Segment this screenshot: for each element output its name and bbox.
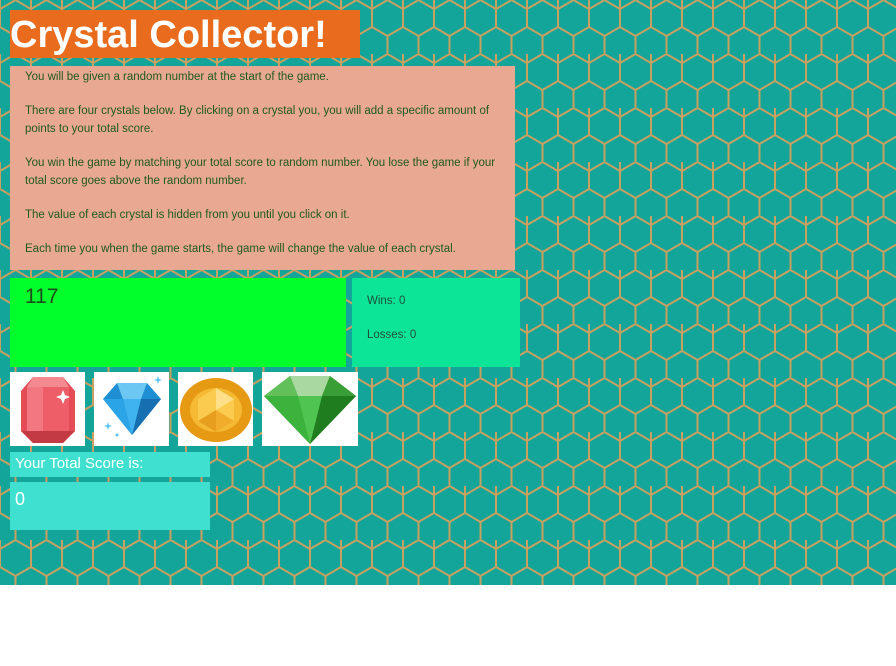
instruction-text: The value of each crystal is hidden from…: [25, 209, 350, 221]
instruction-text: There are four crystals below. By clicki…: [25, 105, 490, 135]
instructions-panel: You will be given a random number at the…: [10, 66, 515, 270]
wins-counter: Wins: 0: [367, 295, 406, 307]
losses-counter: Losses: 0: [367, 329, 417, 341]
crystal-button-blue[interactable]: [94, 372, 169, 446]
crystal-button-green[interactable]: [262, 372, 358, 446]
total-score-label: Your Total Score is:: [10, 452, 210, 477]
orange-gem-icon: [179, 378, 252, 442]
total-score-value: 0: [10, 482, 210, 530]
game-title: Crystal Collector!: [10, 10, 360, 58]
instruction-text: You will be given a random number at the…: [25, 71, 329, 83]
instruction-text: You win the game by matching your total …: [25, 157, 496, 187]
crystal-button-red[interactable]: [10, 372, 85, 446]
instruction-text: Each time you when the game starts, the …: [25, 243, 456, 255]
green-diamond-icon: [264, 376, 356, 444]
blue-diamond-icon: [102, 376, 162, 437]
red-crystal-icon: [20, 377, 75, 443]
crystal-button-orange[interactable]: [178, 372, 253, 446]
random-number-display: 117: [10, 278, 346, 367]
stats-panel: Wins: 0 Losses: 0: [352, 278, 520, 367]
